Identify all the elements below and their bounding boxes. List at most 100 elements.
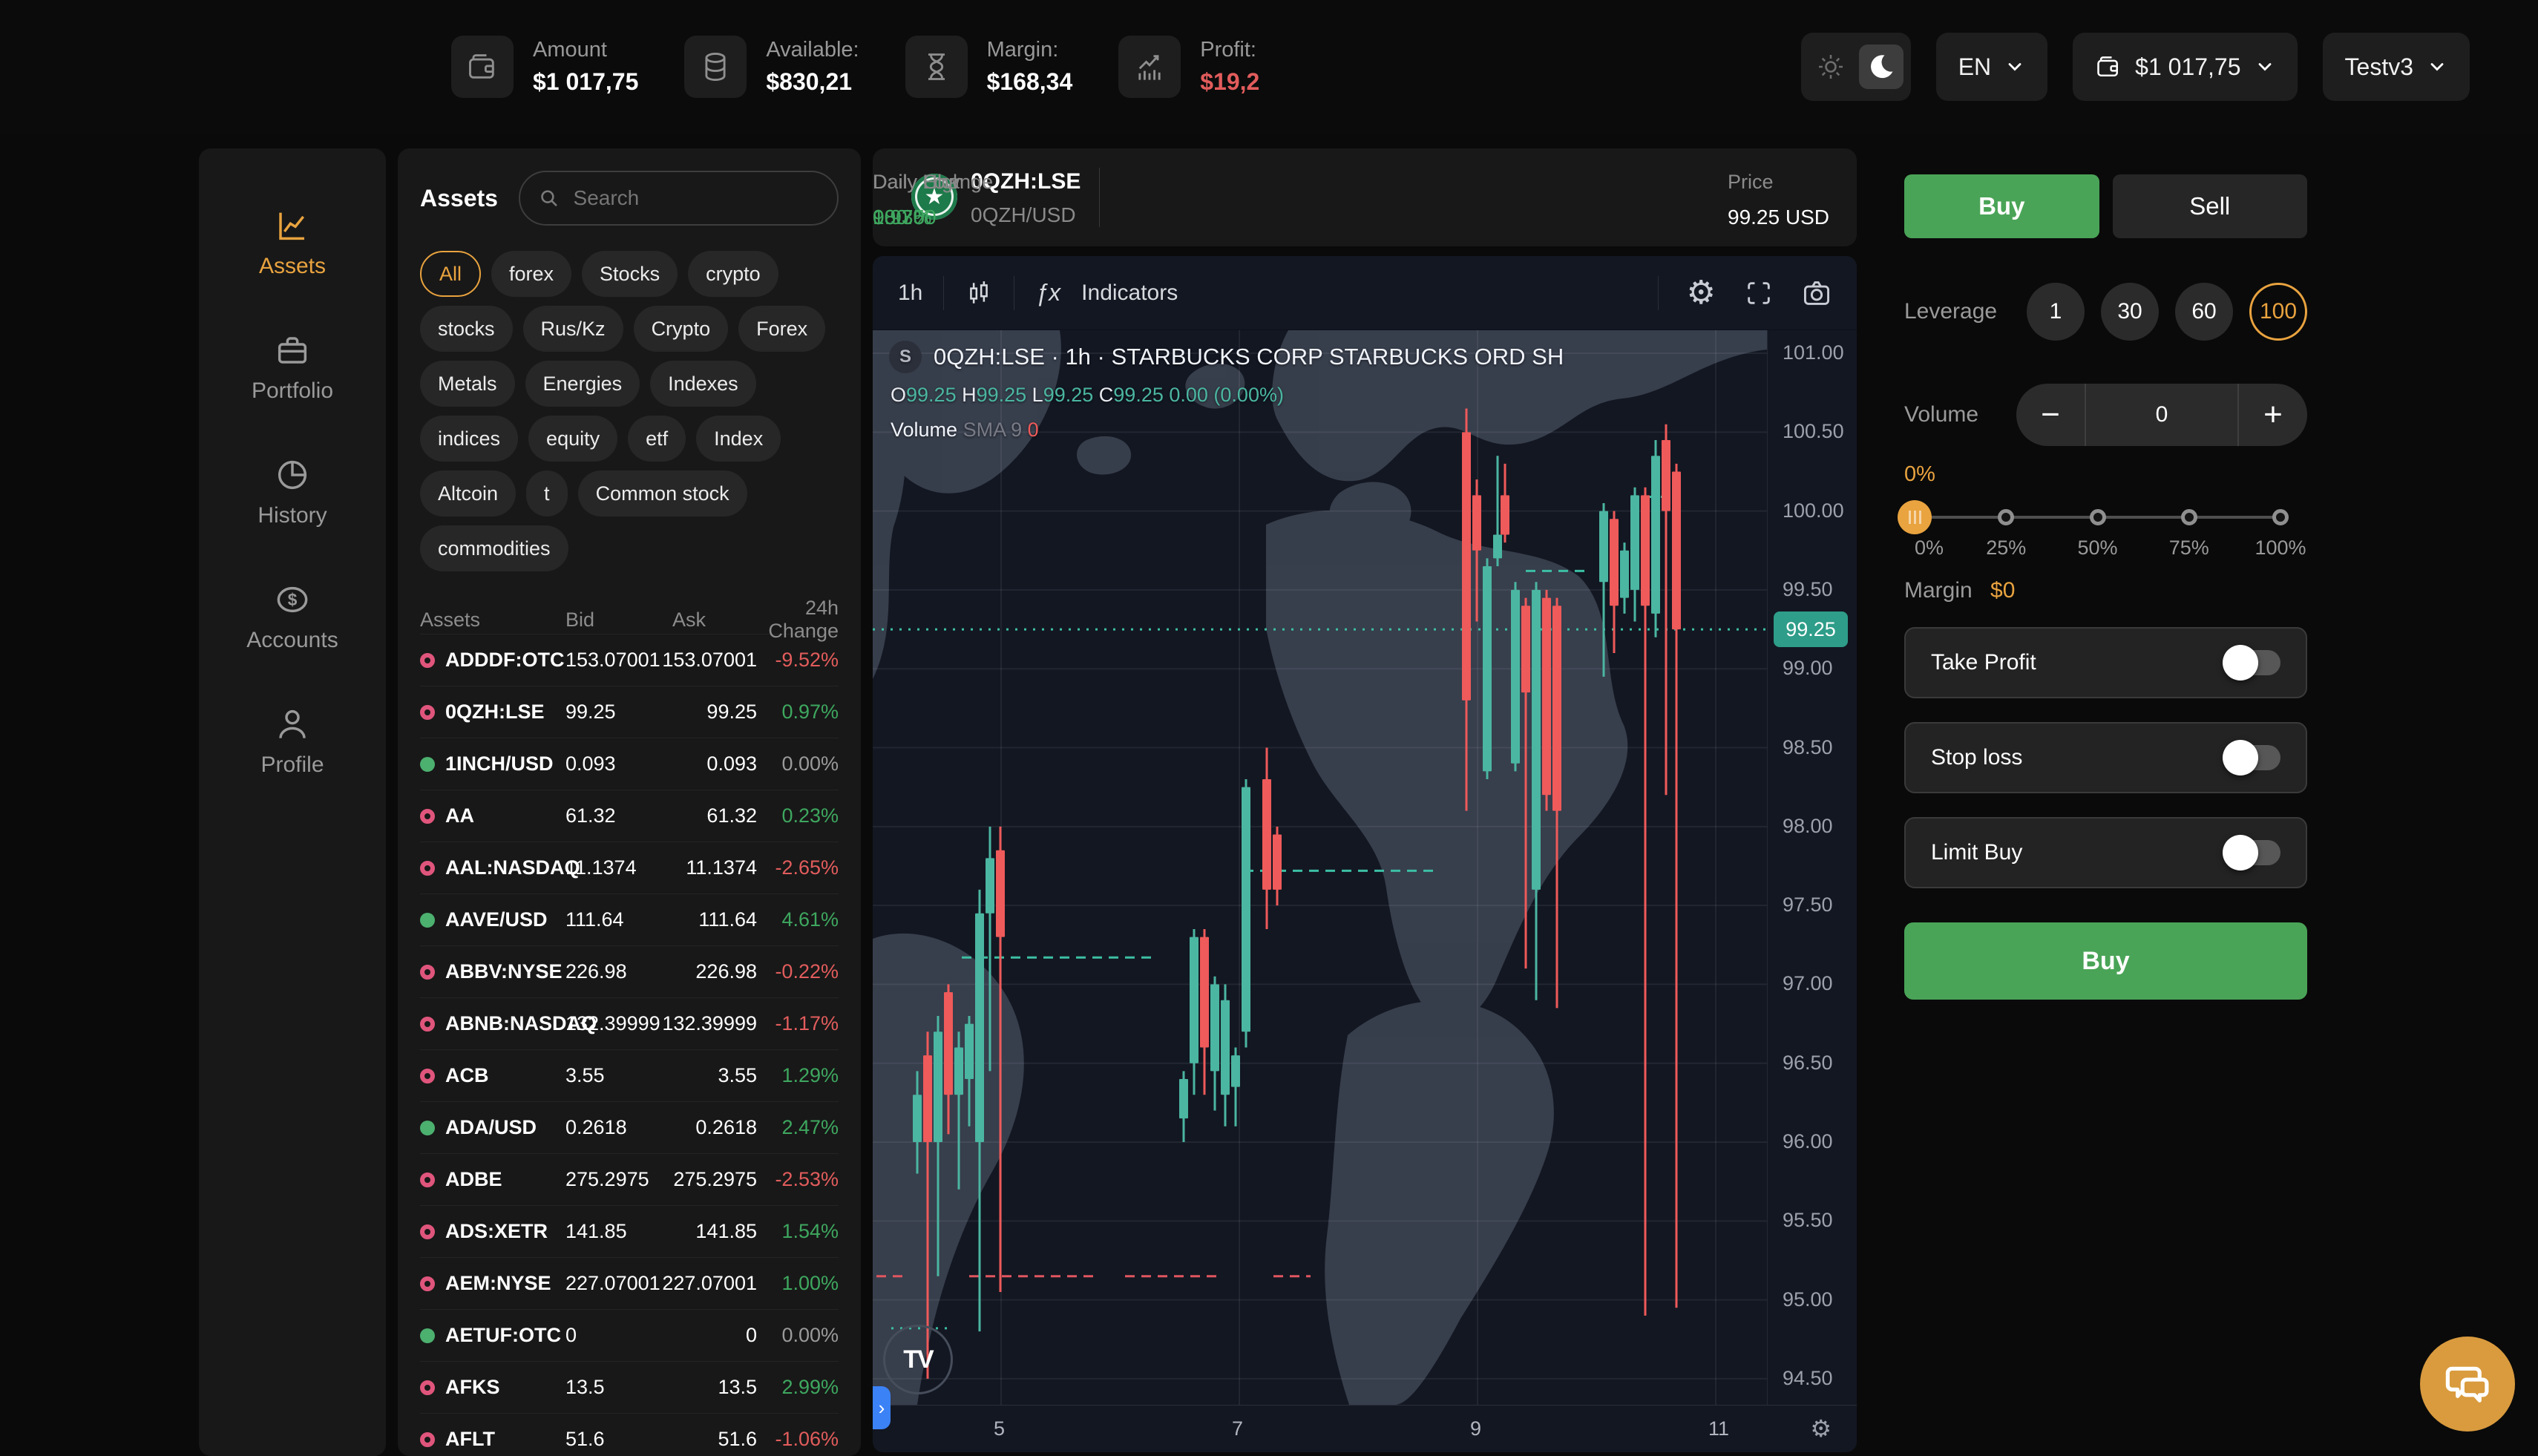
slider-handle[interactable] [1898, 500, 1932, 534]
take-profit-toggle[interactable] [2226, 650, 2280, 675]
leverage-option-60[interactable]: 60 [2175, 283, 2233, 341]
asset-row-acb[interactable]: ACB3.553.551.29% [420, 1049, 839, 1101]
asset-row-0qzh-lse[interactable]: 0QZH:LSE99.2599.250.97% [420, 686, 839, 738]
asset-symbol: AFLT [420, 1428, 565, 1451]
volume-decrease-button[interactable]: − [2016, 384, 2085, 446]
price-tick: 96.00 [1783, 1130, 1833, 1153]
filter-chip-rus-kz[interactable]: Rus/Kz [523, 306, 623, 352]
slider-stop-75[interactable] [2181, 509, 2197, 525]
time-tick: 7 [1232, 1417, 1243, 1440]
filter-chip-crypto[interactable]: Crypto [634, 306, 729, 352]
filter-chip-forex[interactable]: forex [491, 251, 571, 297]
slider-stop-25[interactable] [1998, 509, 2014, 525]
price-axis[interactable]: 101.00100.50100.0099.5099.0098.5098.0097… [1767, 330, 1857, 1405]
filter-chip-all[interactable]: All [420, 251, 481, 297]
filter-chip-forex[interactable]: Forex [738, 306, 825, 352]
candle-style-icon[interactable] [965, 279, 993, 307]
asset-symbol: AFKS [420, 1376, 565, 1399]
wallet-icon [2095, 53, 2122, 80]
filter-chip-indices[interactable]: indices [420, 416, 518, 462]
filter-chip-altcoin[interactable]: Altcoin [420, 470, 516, 517]
divider [1658, 276, 1659, 310]
filter-chip-stocks[interactable]: stocks [420, 306, 513, 352]
search-icon [538, 186, 560, 211]
stat-margin: Margin: $168,34 [905, 36, 1073, 98]
asset-row-aa[interactable]: AA61.3261.320.23% [420, 790, 839, 842]
sidebar-item-profile[interactable]: Profile [260, 706, 324, 778]
limit-buy-toggle[interactable] [2226, 840, 2280, 865]
slider-stop-100[interactable] [2272, 509, 2289, 525]
slider-rail[interactable] [1915, 516, 2280, 519]
svg-text:$: $ [288, 590, 298, 609]
buy-submit-button[interactable]: Buy [1904, 922, 2307, 1000]
tab-buy[interactable]: Buy [1904, 174, 2099, 238]
slider-stop-50[interactable] [2090, 509, 2106, 525]
sun-icon[interactable] [1809, 45, 1853, 89]
fullscreen-icon[interactable] [1744, 278, 1774, 308]
assets-panel-title: Assets [420, 185, 498, 212]
interval-button[interactable]: 1h [898, 281, 922, 306]
asset-row-abnb-nasdaq[interactable]: ABNB:NASDAQ132.39999132.39999-1.17% [420, 997, 839, 1049]
market-status-dot [420, 809, 435, 824]
filter-chip-crypto[interactable]: crypto [688, 251, 778, 297]
sidebar-item-history[interactable]: History [258, 457, 327, 528]
time-axis[interactable]: ⚙ 57911 [873, 1405, 1857, 1452]
tab-sell[interactable]: Sell [2113, 174, 2308, 238]
filter-chip-stocks[interactable]: Stocks [582, 251, 678, 297]
chart-settings-icon[interactable]: ⚙ [1687, 277, 1716, 309]
chat-button[interactable] [2420, 1337, 2515, 1432]
asset-bid: 0.093 [565, 752, 662, 775]
asset-row-afks[interactable]: AFKS13.513.52.99% [420, 1361, 839, 1413]
market-status-dot [420, 1017, 435, 1032]
asset-row-aave-usd[interactable]: AAVE/USD111.64111.644.61% [420, 893, 839, 945]
search-input[interactable] [572, 186, 819, 211]
asset-row-adbe[interactable]: ADBE275.2975275.2975-2.53% [420, 1153, 839, 1205]
account-dropdown[interactable]: Testv3 [2323, 33, 2470, 101]
leverage-option-30[interactable]: 30 [2101, 283, 2159, 341]
sidebar-item-portfolio[interactable]: Portfolio [252, 332, 333, 404]
stop-loss-toggle[interactable] [2226, 745, 2280, 770]
filter-chip-energies[interactable]: Energies [525, 361, 640, 407]
filter-chip-t[interactable]: t [526, 470, 568, 517]
filter-chip-metals[interactable]: Metals [420, 361, 515, 407]
asset-row-ada-usd[interactable]: ADA/USD0.26180.26182.47% [420, 1101, 839, 1153]
asset-row-aetuf-otc[interactable]: AETUF:OTC000.00% [420, 1309, 839, 1361]
sidebar-item-assets[interactable]: Assets [259, 208, 326, 279]
divider [1099, 168, 1100, 227]
axis-settings-icon[interactable]: ⚙ [1810, 1414, 1832, 1443]
moon-icon[interactable] [1859, 45, 1904, 89]
sidebar-item-label: History [258, 503, 327, 528]
leverage-option-1[interactable]: 1 [2027, 283, 2085, 341]
tradingview-logo[interactable]: TV [883, 1325, 953, 1394]
volume-label: Volume [1904, 402, 1978, 427]
asset-search[interactable] [519, 171, 839, 226]
stat-value: $19,2 [1200, 68, 1259, 96]
chart-plot[interactable]: S 0QZH:LSE · 1h · STARBUCKS CORP STARBUC… [873, 330, 1857, 1405]
volume-value[interactable]: 0 [2085, 384, 2239, 446]
volume-increase-button[interactable]: + [2239, 384, 2307, 446]
theme-toggle[interactable] [1801, 33, 1911, 101]
panel-collapse-handle[interactable]: › [873, 1386, 891, 1429]
filter-chip-common-stock[interactable]: Common stock [578, 470, 747, 517]
asset-row-aflt[interactable]: AFLT51.651.6-1.06% [420, 1413, 839, 1456]
filter-chip-commodities[interactable]: commodities [420, 525, 568, 571]
camera-icon[interactable] [1802, 278, 1832, 308]
filter-chip-etf[interactable]: etf [628, 416, 686, 462]
sidebar-item-label: Assets [259, 254, 326, 279]
asset-row-ads-xetr[interactable]: ADS:XETR141.85141.851.54% [420, 1205, 839, 1257]
leverage-option-100[interactable]: 100 [2249, 283, 2307, 341]
filter-chip-equity[interactable]: equity [528, 416, 617, 462]
asset-row-abbv-nyse[interactable]: ABBV:NYSE226.98226.98-0.22% [420, 945, 839, 997]
filter-chip-index[interactable]: Index [696, 416, 781, 462]
asset-row-aem-nyse[interactable]: AEM:NYSE227.07001227.070011.00% [420, 1257, 839, 1309]
asset-change: -2.65% [757, 856, 839, 879]
asset-ask: 3.55 [662, 1064, 757, 1087]
wallet-balance-dropdown[interactable]: $1 017,75 [2073, 33, 2297, 101]
language-dropdown[interactable]: EN [1936, 33, 2047, 101]
filter-chip-indexes[interactable]: Indexes [650, 361, 756, 407]
asset-row-aal-nasdaq[interactable]: AAL:NASDAQ11.137411.1374-2.65% [420, 842, 839, 893]
sidebar-item-accounts[interactable]: $ Accounts [246, 582, 338, 653]
asset-row-1inch-usd[interactable]: 1INCH/USD0.0930.0930.00% [420, 738, 839, 790]
indicators-button[interactable]: Indicators [1081, 281, 1178, 306]
market-status-dot [420, 913, 435, 928]
